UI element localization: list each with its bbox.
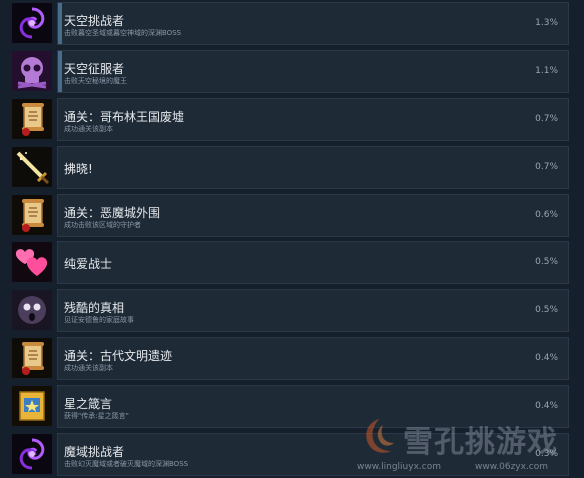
golden-sword-icon [12,147,52,187]
unlock-percentage: 0.5% [535,305,558,315]
achievement-row: 纯爱战士 0.5% [0,240,584,286]
unlock-percentage: 0.7% [535,114,558,124]
unlock-percentage: 0.3% [535,449,558,459]
unlock-percentage: 1.1% [535,66,558,76]
achievement-panel: 星之箴言 获得"传承:星之箴言" 0.4% [57,385,569,428]
achievement-panel: 通关：古代文明遗迹 成功通关该副本 0.4% [57,337,569,380]
achievement-title: 天空挑战者 [64,14,125,28]
scroll-icon [12,338,52,378]
achievement-title: 星之箴言 [64,397,113,411]
achievement-description: 见证安德鲁的家庭故事 [64,316,134,324]
achievement-description: 击败幻灭魔域或者破灭魔域的深渊BOSS [64,460,189,468]
achievement-description: 成功击败该区域的守护者 [64,221,141,229]
achievement-title: 纯爱战士 [64,257,113,271]
purple-swirl-icon [12,434,52,474]
achievement-panel: 纯爱战士 0.5% [57,241,569,284]
achievement-description: 击败暮空圣域或暮空神域的深渊BOSS [64,29,182,37]
achievement-panel: 魔域挑战者 击败幻灭魔域或者破灭魔域的深渊BOSS 0.3% [57,433,569,476]
achievement-row: 天空挑战者 击败暮空圣域或暮空神域的深渊BOSS 1.3% [0,1,584,47]
achievement-row: 天空征服者 击败天空秘境的魔王 1.1% [0,49,584,95]
achievement-panel: 天空征服者 击败天空秘境的魔王 1.1% [57,50,569,93]
achievement-panel: 通关：哥布林王国废墟 成功通关该副本 0.7% [57,98,569,141]
shadow-face-icon [12,290,52,330]
achievement-title: 魔域挑战者 [64,445,125,459]
achievement-row: 残酷的真相 见证安德鲁的家庭故事 0.5% [0,288,584,334]
achievement-panel: 残酷的真相 见证安德鲁的家庭故事 0.5% [57,289,569,332]
purple-swirl-icon [12,3,52,43]
unlock-percentage: 0.6% [535,210,558,220]
achievement-title: 通关：古代文明遗迹 [64,349,173,363]
scroll-icon [12,195,52,235]
achievement-description: 成功通关该副本 [64,125,113,133]
unlock-percentage: 0.7% [535,162,558,172]
achievement-title: 拂晓! [64,162,93,176]
achievement-row: 通关：恶魔城外围 成功击败该区域的守护者 0.6% [0,193,584,239]
achievement-title: 通关：哥布林王国废墟 [64,110,185,124]
achievement-panel: 拂晓! 0.7% [57,146,569,189]
progress-accent-bar [58,51,62,92]
purple-skull-icon [12,51,52,91]
scroll-icon [12,99,52,139]
achievement-panel: 通关：恶魔城外围 成功击败该区域的守护者 0.6% [57,194,569,237]
unlock-percentage: 0.4% [535,401,558,411]
achievement-title: 通关：恶魔城外围 [64,206,161,220]
achievement-description: 击败天空秘境的魔王 [64,77,127,85]
pink-hearts-icon [12,242,52,282]
achievement-description: 获得"传承:星之箴言" [64,412,129,420]
achievement-row: 通关：古代文明遗迹 成功通关该副本 0.4% [0,336,584,382]
unlock-percentage: 1.3% [535,18,558,28]
achievement-row: 拂晓! 0.7% [0,145,584,191]
gold-tome-icon [12,386,52,426]
achievement-panel: 天空挑战者 击败暮空圣域或暮空神域的深渊BOSS 1.3% [57,2,569,45]
achievement-row: 星之箴言 获得"传承:星之箴言" 0.4% [0,384,584,430]
unlock-percentage: 0.4% [535,353,558,363]
progress-accent-bar [58,3,62,44]
achievement-description: 成功通关该副本 [64,364,113,372]
unlock-percentage: 0.5% [535,257,558,267]
achievement-row: 通关：哥布林王国废墟 成功通关该副本 0.7% [0,97,584,143]
achievement-title: 残酷的真相 [64,301,125,315]
achievement-row: 魔域挑战者 击败幻灭魔域或者破灭魔域的深渊BOSS 0.3% [0,432,584,478]
achievement-title: 天空征服者 [64,62,125,76]
